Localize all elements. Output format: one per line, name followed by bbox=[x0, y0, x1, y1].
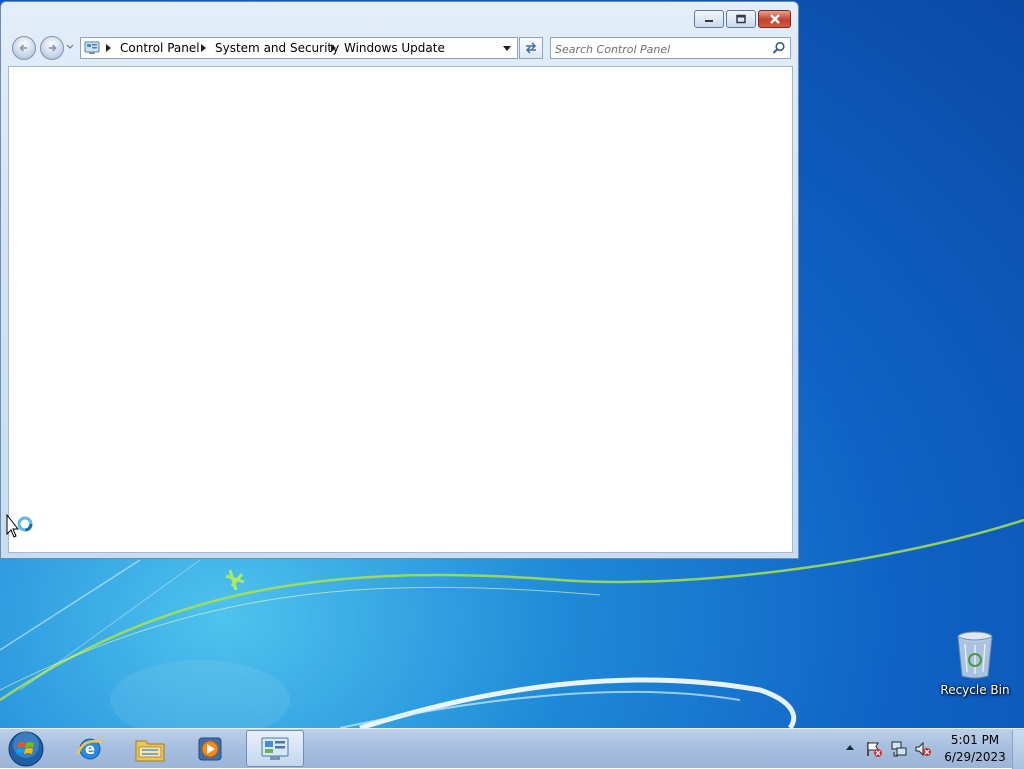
recent-pages-dropdown[interactable] bbox=[66, 42, 76, 52]
volume-muted-icon[interactable] bbox=[914, 740, 932, 758]
breadcrumb-separator[interactable] bbox=[201, 44, 206, 52]
forward-arrow-icon bbox=[49, 44, 57, 52]
taskbar-internet-explorer[interactable]: e bbox=[66, 730, 114, 767]
control-panel-window: Control Panel System and Security Window… bbox=[0, 1, 799, 559]
refresh-button[interactable] bbox=[519, 37, 543, 59]
chevron-down-icon bbox=[66, 44, 74, 49]
start-button[interactable] bbox=[4, 730, 48, 767]
network-icon[interactable] bbox=[890, 740, 908, 758]
internet-explorer-icon: e bbox=[76, 738, 103, 759]
address-history-dropdown[interactable] bbox=[503, 46, 511, 51]
control-panel-icon bbox=[84, 41, 100, 54]
breadcrumb-separator[interactable] bbox=[331, 44, 336, 52]
busy-cursor-icon bbox=[6, 514, 33, 538]
minimize-icon bbox=[705, 20, 713, 22]
refresh-icon bbox=[525, 42, 537, 54]
search-input[interactable] bbox=[553, 39, 767, 59]
taskbar-windows-explorer[interactable] bbox=[126, 730, 174, 767]
start-orb-icon bbox=[8, 731, 44, 766]
content-pane bbox=[8, 66, 793, 553]
clock-time[interactable]: 5:01 PM bbox=[940, 733, 1010, 747]
windows-explorer-icon bbox=[135, 740, 165, 761]
restore-button[interactable] bbox=[726, 10, 756, 28]
taskbar-windows-media-player[interactable] bbox=[186, 730, 234, 767]
taskbar-control-panel[interactable] bbox=[246, 730, 304, 767]
recycle-bin-label: Recycle Bin bbox=[940, 683, 1010, 697]
restore-icon bbox=[736, 14, 746, 24]
recycle-bin-shortcut[interactable]: Recycle Bin bbox=[940, 628, 1010, 700]
show-hidden-icons-button[interactable] bbox=[846, 745, 854, 750]
breadcrumb-separator[interactable] bbox=[106, 44, 111, 52]
recycle-bin-icon bbox=[957, 631, 993, 679]
search-icon[interactable] bbox=[772, 41, 786, 55]
back-button[interactable] bbox=[12, 36, 36, 60]
clock-date[interactable]: 6/29/2023 bbox=[940, 750, 1010, 764]
minimize-button[interactable] bbox=[694, 10, 724, 28]
action-center-flag-icon[interactable] bbox=[865, 740, 883, 758]
address-bar[interactable]: Control Panel System and Security Window… bbox=[80, 37, 518, 59]
breadcrumb-windows-update[interactable]: Windows Update bbox=[344, 41, 445, 55]
windows-media-player-icon bbox=[198, 737, 222, 760]
show-desktop-button[interactable] bbox=[1012, 730, 1024, 769]
back-arrow-icon bbox=[19, 44, 27, 52]
breadcrumb-control-panel[interactable]: Control Panel bbox=[120, 41, 200, 55]
control-panel-icon bbox=[261, 737, 289, 760]
forward-button[interactable] bbox=[40, 36, 64, 60]
close-button[interactable] bbox=[758, 10, 791, 28]
breadcrumb-system-and-security[interactable]: System and Security bbox=[215, 41, 339, 55]
close-icon bbox=[769, 14, 780, 24]
search-box[interactable] bbox=[550, 37, 791, 59]
